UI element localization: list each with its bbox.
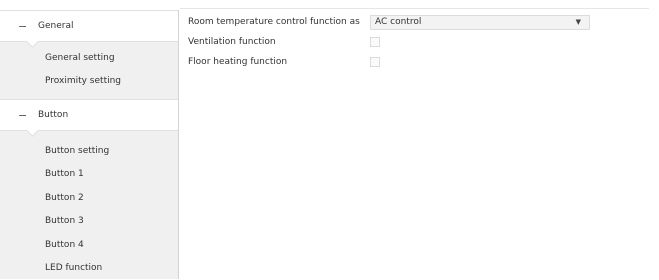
ventilation-checkbox[interactable] — [370, 37, 380, 47]
top-divider — [0, 0, 659, 10]
sidebar-item-button-4[interactable]: Button 4 — [0, 233, 178, 257]
sidebar-group-general-items: General setting Proximity setting — [0, 42, 178, 99]
sidebar-item-general-setting[interactable]: General setting — [0, 46, 178, 70]
sidebar-group-button[interactable]: − Button — [0, 99, 178, 131]
sidebar-item-button-2[interactable]: Button 2 — [0, 186, 178, 210]
sidebar: − General General setting Proximity sett… — [0, 10, 179, 279]
sidebar-item-button-setting[interactable]: Button setting — [0, 139, 178, 163]
main-panel: Room temperature control function as AC … — [188, 12, 649, 72]
sidebar-group-button-items: Button setting Button 1 Button 2 Button … — [0, 131, 178, 280]
floor-heating-label: Floor heating function — [188, 57, 370, 67]
room-temp-label: Room temperature control function as — [188, 17, 370, 27]
sidebar-item-led-function[interactable]: LED function — [0, 257, 178, 280]
sidebar-group-label: Button — [38, 110, 68, 120]
ventilation-row: Ventilation function — [188, 32, 649, 52]
collapse-icon[interactable]: − — [18, 20, 32, 33]
floor-heating-row: Floor heating function — [188, 52, 649, 72]
ventilation-label: Ventilation function — [188, 37, 370, 47]
sidebar-item-proximity-setting[interactable]: Proximity setting — [0, 70, 178, 94]
collapse-icon[interactable]: − — [18, 109, 32, 122]
room-temp-row: Room temperature control function as AC … — [188, 12, 649, 32]
sidebar-group-label: General — [38, 21, 73, 31]
sidebar-group-general[interactable]: − General — [0, 10, 178, 42]
sidebar-item-button-3[interactable]: Button 3 — [0, 210, 178, 234]
chevron-down-icon[interactable]: ▼ — [576, 18, 581, 26]
sidebar-item-button-1[interactable]: Button 1 — [0, 163, 178, 187]
floor-heating-checkbox[interactable] — [370, 57, 380, 67]
room-temp-select-value: AC control — [375, 17, 421, 27]
room-temp-select[interactable]: AC control ▼ — [370, 15, 590, 30]
